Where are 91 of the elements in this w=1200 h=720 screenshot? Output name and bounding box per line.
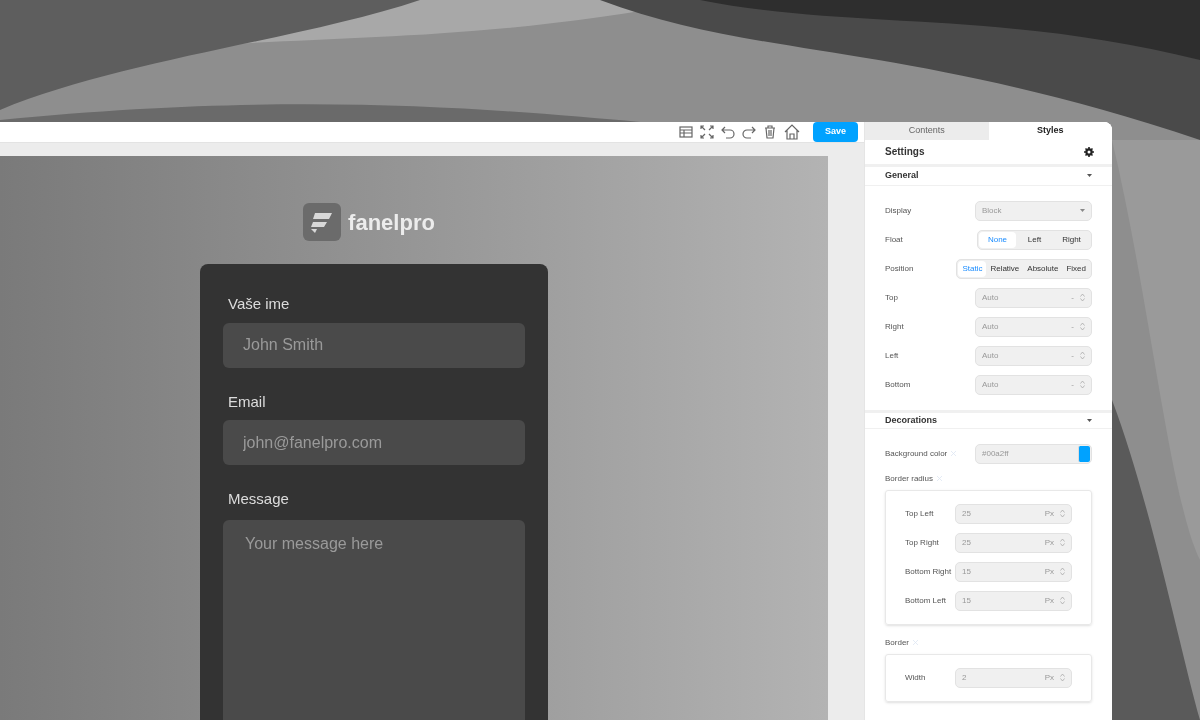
fullscreen-icon[interactable] [699, 125, 714, 139]
field-label: Email [228, 391, 267, 412]
unit-label: - [1071, 378, 1074, 391]
segment-option[interactable]: Fixed [1062, 260, 1090, 277]
segment-option[interactable]: None [979, 231, 1016, 248]
property-label: Top Left [905, 508, 934, 520]
trash-icon[interactable] [762, 125, 777, 139]
spinner-icon[interactable] [1080, 351, 1085, 361]
property-label: Background color [885, 448, 948, 460]
property-label: Left [885, 349, 899, 362]
property-label: Border radius [885, 473, 934, 485]
spinner-icon[interactable] [1060, 673, 1065, 683]
unit-label: Px [1044, 508, 1054, 520]
field-label: Vaše ime [228, 294, 291, 314]
color-field[interactable]: #00a2ff [975, 444, 1092, 464]
segment-option[interactable]: Left [1016, 231, 1053, 248]
number-field[interactable]: Auto - [975, 316, 1092, 337]
spinner-icon[interactable] [1060, 596, 1065, 606]
number-field[interactable]: 15 Px [955, 562, 1072, 582]
logo-icon [303, 203, 342, 241]
unit-label: - [1071, 291, 1074, 304]
section-title: General [885, 168, 919, 182]
segment-option[interactable]: Relative [986, 260, 1024, 277]
redo-icon[interactable] [741, 125, 756, 139]
unit-label: Px [1044, 566, 1054, 578]
field-value: Auto [982, 349, 999, 362]
unit-label: Px [1044, 537, 1054, 549]
number-field[interactable]: Auto - [975, 287, 1092, 308]
clear-icon[interactable] [936, 475, 944, 483]
message-field[interactable]: Your message here [223, 519, 525, 720]
section-title: Decorations [885, 413, 937, 427]
segmented-control[interactable]: None Left Right [977, 229, 1092, 250]
input-field[interactable]: John Smith [223, 322, 525, 368]
property-label: Display [885, 204, 912, 217]
segment-option[interactable]: Right [1053, 231, 1090, 248]
spinner-icon[interactable] [1080, 322, 1085, 332]
field-value: 15 [962, 566, 971, 578]
segment-option[interactable]: Static [958, 260, 987, 277]
segmented-control[interactable]: Static Relative Absolute Fixed [956, 258, 1092, 279]
property-label: Position [885, 262, 914, 275]
caret-icon[interactable] [1080, 209, 1085, 213]
field-value: Auto [982, 320, 999, 333]
unit-label: - [1071, 349, 1074, 362]
property-label: Right [885, 320, 904, 333]
spinner-icon[interactable] [1080, 293, 1085, 303]
field-value: 25 [962, 508, 971, 520]
undo-icon[interactable] [720, 125, 735, 139]
unit-label: - [1071, 320, 1074, 333]
field-value: 25 [962, 537, 971, 549]
caret-icon[interactable] [1087, 418, 1092, 422]
unit-label: Px [1044, 595, 1054, 607]
number-field[interactable]: Auto - [975, 345, 1092, 366]
field-value: 15 [962, 595, 971, 607]
property-label: Border [885, 637, 909, 649]
input-field[interactable]: john@fanelpro.com [223, 420, 525, 465]
spinner-icon[interactable] [1060, 538, 1065, 548]
number-field[interactable]: 25 Px [955, 533, 1072, 553]
spinner-icon[interactable] [1080, 380, 1085, 390]
select-field[interactable]: Block [975, 200, 1092, 221]
panel-tab[interactable]: Contents [865, 122, 989, 140]
spinner-icon[interactable] [1060, 509, 1065, 519]
number-field[interactable]: Auto - [975, 374, 1092, 395]
property-label: Bottom Left [905, 595, 946, 607]
clear-icon[interactable] [912, 639, 919, 647]
property-label: Top Right [905, 537, 939, 549]
field-label: Message [228, 489, 290, 509]
field-value: 2 [962, 672, 967, 684]
number-field[interactable]: 15 Px [955, 591, 1072, 611]
number-field[interactable]: 2 Px [955, 668, 1072, 688]
property-label: Float [885, 233, 903, 246]
save-button[interactable]: Save [812, 122, 858, 142]
home-icon[interactable] [783, 124, 800, 140]
settings-icon[interactable] [1084, 146, 1094, 157]
property-label: Top [885, 291, 898, 304]
property-label: Bottom Right [905, 566, 952, 578]
clear-icon[interactable] [950, 450, 958, 458]
color-swatch[interactable] [1078, 446, 1090, 462]
property-label: Width [905, 672, 926, 684]
segment-option[interactable]: Absolute [1023, 260, 1063, 277]
field-value: Block [982, 204, 1002, 217]
property-label: Bottom [885, 378, 911, 391]
spinner-icon[interactable] [1060, 567, 1065, 577]
field-value: #00a2ff [982, 448, 1009, 460]
field-value: Auto [982, 378, 999, 391]
number-field[interactable]: 25 Px [955, 504, 1072, 524]
settings-title: Settings [885, 145, 925, 160]
unit-label: Px [1044, 672, 1054, 684]
brand-name: fanelpro [348, 208, 435, 237]
table-icon[interactable] [678, 125, 693, 139]
field-value: Auto [982, 291, 999, 304]
caret-icon[interactable] [1087, 174, 1092, 178]
